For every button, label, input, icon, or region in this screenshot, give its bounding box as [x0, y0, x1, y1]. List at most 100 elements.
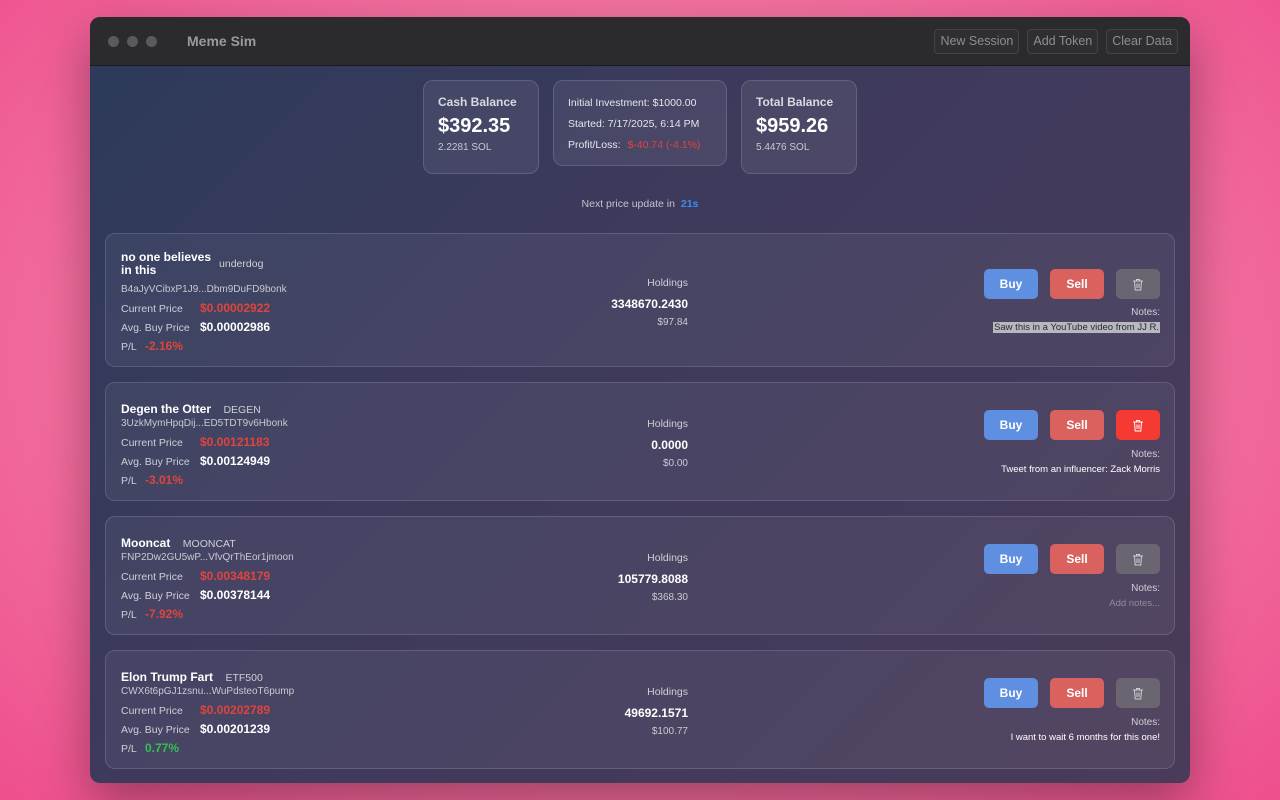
pl-row: P/L -2.16%	[121, 339, 184, 353]
holdings-usd: $0.00	[662, 458, 688, 469]
notes-field[interactable]: Tweet from an influencer: Zack Morris	[1001, 464, 1160, 475]
avg-buy-price-value: $0.00378144	[200, 588, 271, 602]
trash-icon	[1133, 419, 1143, 431]
app-title: Meme Sim	[187, 33, 257, 49]
current-price-value: $0.00202789	[200, 703, 271, 717]
token-address: 3UzkMymHpqDij...ED5TDT9v6Hbonk	[121, 418, 288, 429]
profit-loss-value: $-40.74 (-4.1%)	[627, 139, 701, 151]
token-name: Mooncat	[121, 536, 171, 550]
session-started: Started: 7/17/2025, 6:14 PM	[568, 118, 700, 130]
close-window-button[interactable]	[108, 35, 119, 47]
token-card: Degen the Otter DEGEN 3UzkMymHpqDij...ED…	[105, 382, 1175, 501]
token-address: FNP2Dw2GU5wP...VfvQrThEor1jmoon	[121, 552, 294, 563]
total-balance-card: Total Balance $959.26 5.4476 SOL	[741, 80, 857, 174]
holdings: Holdings 49692.1571 $100.77	[536, 686, 688, 737]
pl-row: P/L -3.01%	[121, 473, 184, 487]
avg-buy-price-value: $0.00002986	[200, 320, 271, 334]
minimize-window-button[interactable]	[127, 35, 138, 47]
holdings-amount: 0.0000	[651, 438, 688, 452]
token-symbol: MOONCAT	[182, 538, 236, 550]
holdings: Holdings 0.0000 $0.00	[536, 418, 688, 469]
delete-button[interactable]	[1116, 678, 1160, 708]
token-address: B4aJyVCibxP1J9...Dbm9DuFD9bonk	[121, 284, 287, 295]
notes: Notes: I want to wait 6 months for this …	[1010, 717, 1160, 743]
avg-buy-price-row: Avg. Buy Price $0.00002986	[121, 320, 271, 334]
pl-value: 0.77%	[145, 741, 180, 755]
cash-balance-label: Cash Balance	[438, 95, 517, 109]
current-price-row: Current Price $0.00202789	[121, 703, 271, 717]
avg-buy-price-value: $0.00201239	[200, 722, 271, 736]
pl-value: -2.16%	[145, 339, 184, 353]
session-info-card: Initial Investment: $1000.00 Started: 7/…	[553, 80, 727, 166]
trash-icon	[1133, 278, 1143, 290]
sell-button[interactable]: Sell	[1050, 544, 1104, 574]
buy-button[interactable]: Buy	[984, 269, 1038, 299]
pl-row: P/L -7.92%	[121, 607, 184, 621]
total-balance-label: Total Balance	[756, 95, 834, 109]
token-symbol: underdog	[219, 258, 264, 270]
token-symbol: ETF500	[225, 672, 263, 684]
holdings-usd: $368.30	[651, 592, 688, 603]
profit-loss: Profit/Loss: $-40.74 (-4.1%)	[568, 139, 701, 151]
total-balance-sol: 5.4476 SOL	[756, 142, 810, 153]
delete-button[interactable]	[1116, 269, 1160, 299]
cash-balance-value: $392.35	[438, 115, 511, 137]
current-price-row: Current Price $0.00348179	[121, 569, 271, 583]
notes-field[interactable]: Add notes...	[1109, 598, 1160, 609]
token-name: Elon Trump Fart	[121, 670, 214, 684]
cash-balance-sol: 2.2281 SOL	[438, 142, 492, 153]
token-name: Degen the Otter	[121, 402, 212, 416]
holdings: Holdings 105779.8088 $368.30	[536, 552, 688, 603]
price-update-countdown: Next price update in 21s	[581, 198, 699, 210]
notes-field[interactable]: Saw this in a YouTube video from JJ R.	[993, 322, 1160, 333]
buy-button[interactable]: Buy	[984, 544, 1038, 574]
token-symbol: DEGEN	[223, 404, 261, 416]
current-price-value: $0.00121183	[200, 435, 270, 449]
token-name: no one believes in this	[121, 250, 212, 277]
avg-buy-price-row: Avg. Buy Price $0.00201239	[121, 722, 271, 736]
new-session-button[interactable]: New Session	[934, 28, 1020, 54]
holdings-amount: 3348670.2430	[611, 297, 688, 311]
notes: Notes: Saw this in a YouTube video from …	[993, 307, 1160, 333]
pl-value: -3.01%	[145, 473, 184, 487]
holdings: Holdings 3348670.2430 $97.84	[536, 277, 688, 328]
avg-buy-price-row: Avg. Buy Price $0.00378144	[121, 588, 271, 602]
window-controls	[108, 35, 157, 47]
token-card: Elon Trump Fart ETF500 CWX6t6pGJ1zsnu...…	[105, 650, 1175, 769]
buy-button[interactable]: Buy	[984, 410, 1038, 440]
notes: Notes: Tweet from an influencer: Zack Mo…	[1001, 449, 1160, 475]
zoom-window-button[interactable]	[146, 35, 157, 47]
app-window: Meme Sim New Session Add Token Clear Dat…	[90, 17, 1190, 783]
delete-button[interactable]	[1116, 410, 1160, 440]
title-bar: Meme Sim New Session Add Token Clear Dat…	[90, 17, 1190, 66]
avg-buy-price-value: $0.00124949	[200, 454, 271, 468]
sell-button[interactable]: Sell	[1050, 410, 1104, 440]
current-price-value: $0.00348179	[200, 569, 271, 583]
sell-button[interactable]: Sell	[1050, 678, 1104, 708]
toolbar: New Session Add Token Clear Data	[934, 28, 1178, 54]
holdings-usd: $100.77	[651, 726, 688, 737]
summary-cards: Cash Balance $392.35 2.2281 SOL Initial …	[90, 80, 1190, 174]
cash-balance-card: Cash Balance $392.35 2.2281 SOL	[423, 80, 539, 174]
holdings-usd: $97.84	[657, 317, 688, 328]
holdings-amount: 49692.1571	[624, 706, 688, 720]
notes: Notes: Add notes...	[1109, 583, 1160, 609]
pl-value: -7.92%	[145, 607, 184, 621]
trash-icon	[1133, 687, 1143, 699]
pl-row: P/L 0.77%	[121, 741, 180, 755]
token-address: CWX6t6pGJ1zsnu...WuPdsteoT6pump	[121, 686, 295, 697]
countdown-seconds: 21s	[680, 198, 699, 210]
current-price-value: $0.00002922	[200, 301, 271, 315]
token-card: no one believes in this underdog B4aJyVCi…	[105, 233, 1175, 367]
add-token-button[interactable]: Add Token	[1027, 28, 1099, 54]
buy-button[interactable]: Buy	[984, 678, 1038, 708]
clear-data-button[interactable]: Clear Data	[1106, 28, 1178, 54]
initial-investment: Initial Investment: $1000.00	[568, 97, 697, 109]
current-price-row: Current Price $0.00121183	[121, 435, 270, 449]
sell-button[interactable]: Sell	[1050, 269, 1104, 299]
notes-field[interactable]: I want to wait 6 months for this one!	[1011, 732, 1160, 743]
token-card: Mooncat MOONCAT FNP2Dw2GU5wP...VfvQrThEo…	[105, 516, 1175, 635]
delete-button[interactable]	[1116, 544, 1160, 574]
holdings-amount: 105779.8088	[617, 572, 688, 586]
avg-buy-price-row: Avg. Buy Price $0.00124949	[121, 454, 271, 468]
